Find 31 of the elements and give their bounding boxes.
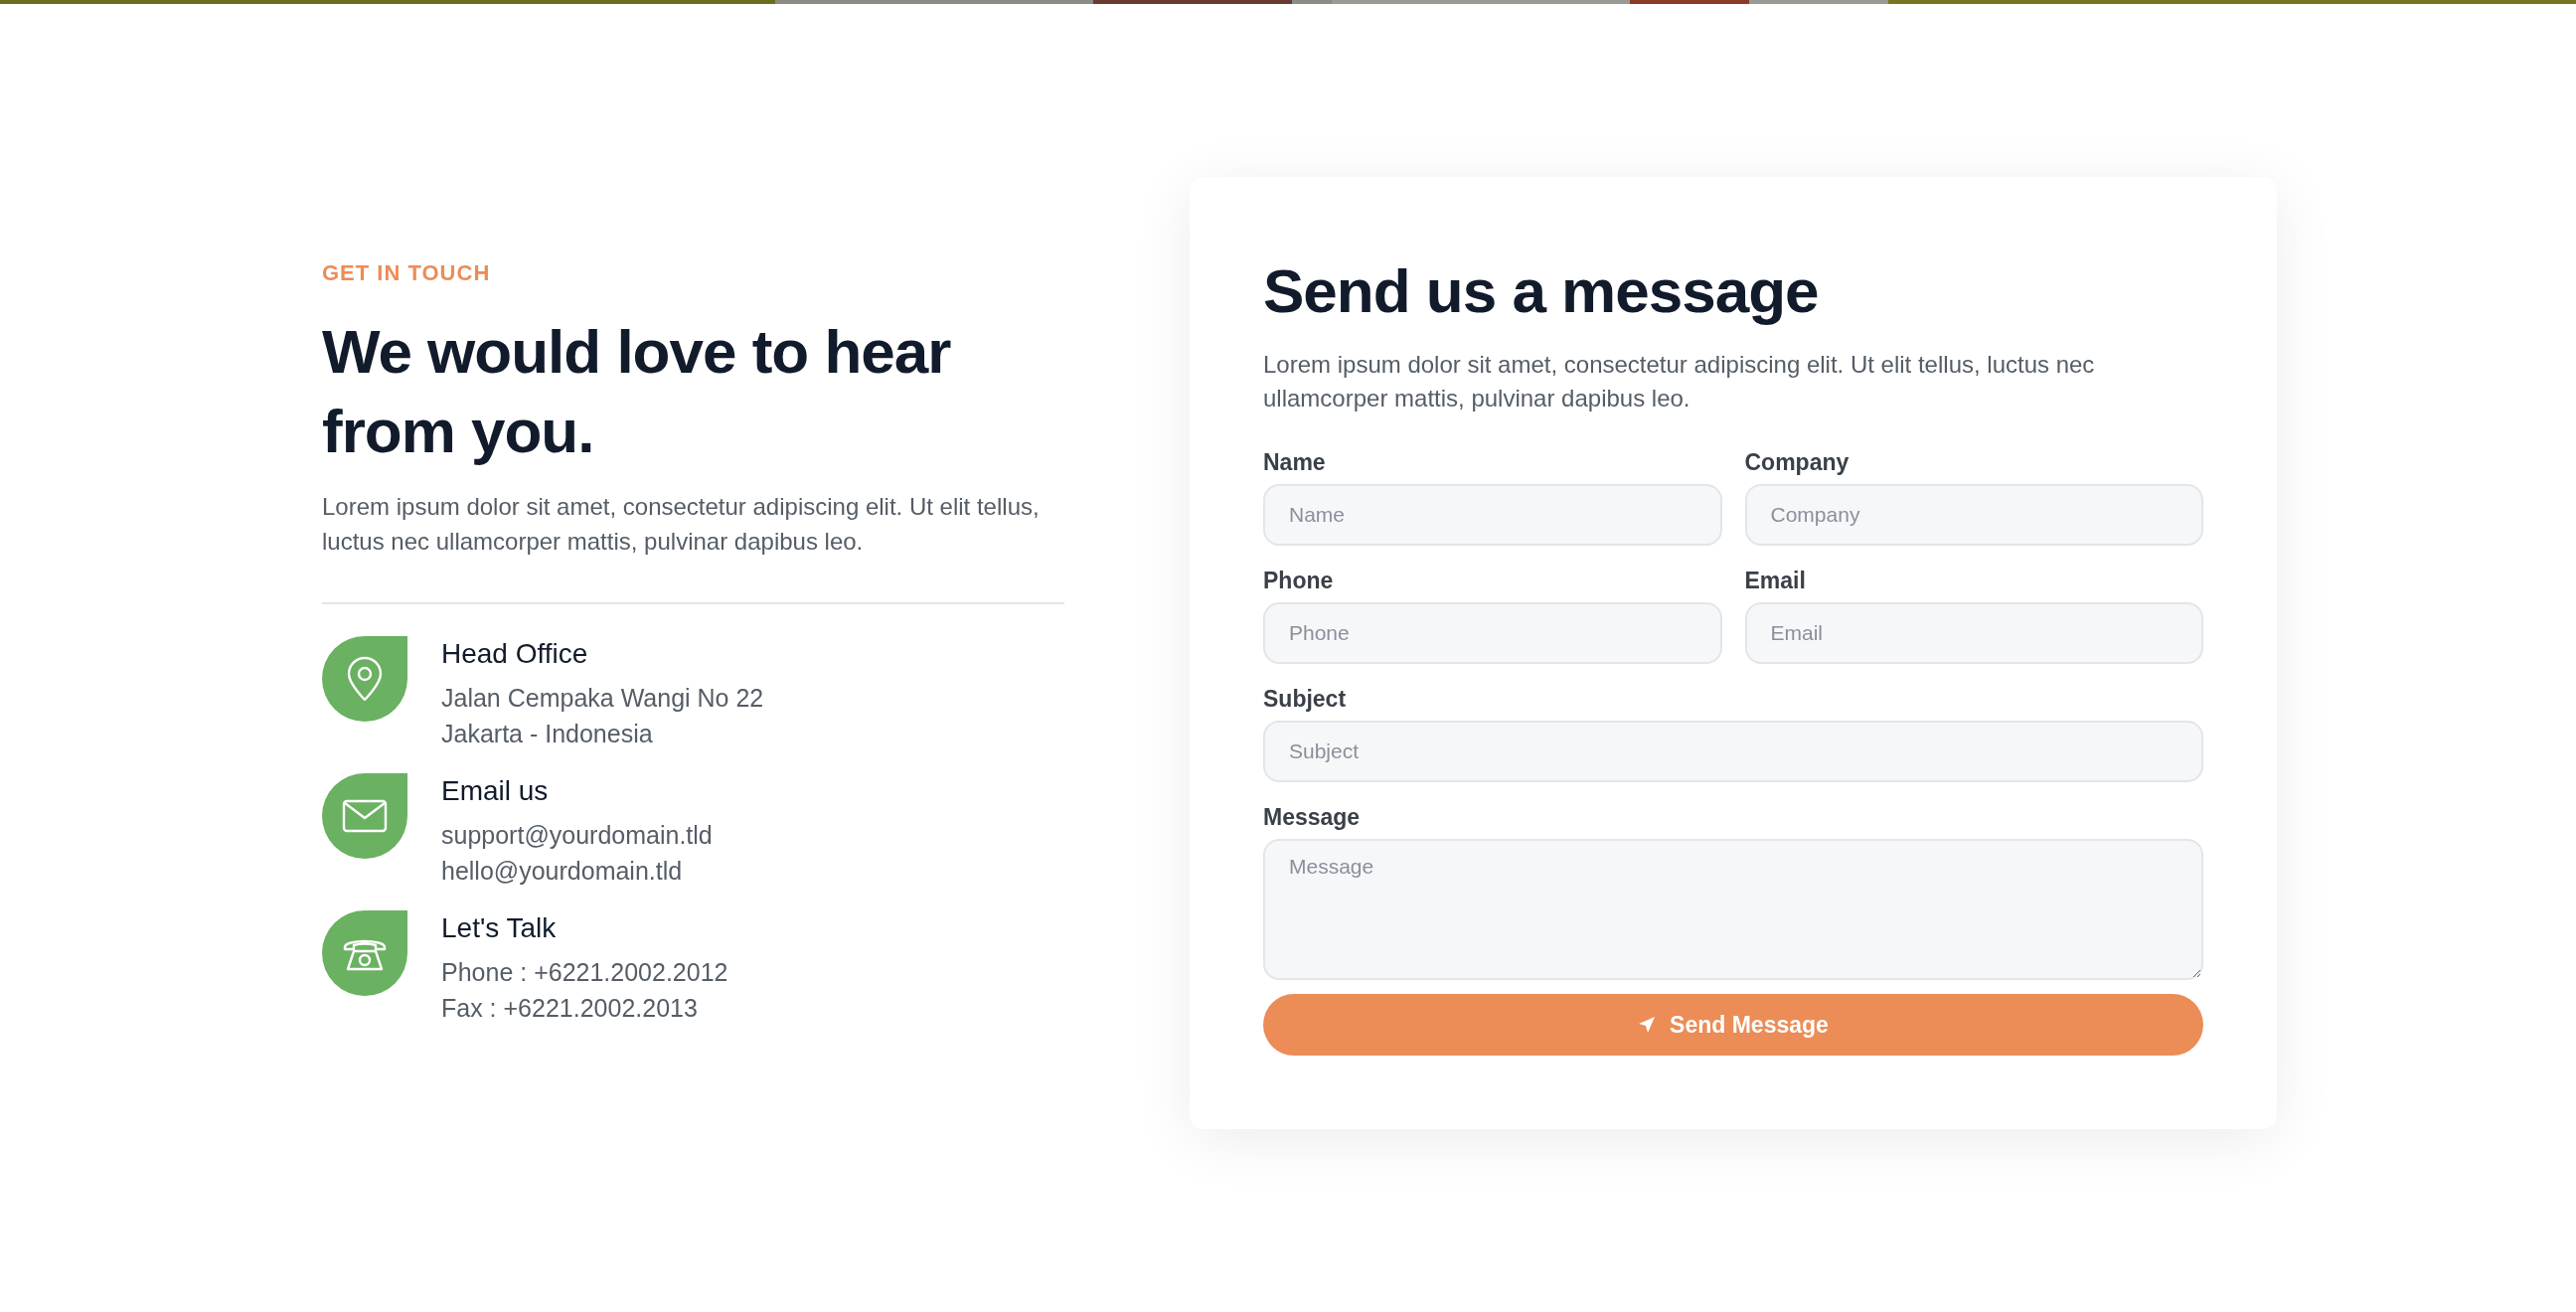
input-field[interactable]: Name bbox=[1263, 484, 1722, 546]
form-description: Lorem ipsum dolor sit amet, consectetur adipiscing elit. Ut elit tellus, luctus nec ullamcorper mattis, pulvinar dapibus leo. bbox=[1263, 350, 2096, 413]
input-field[interactable]: Phone bbox=[1263, 602, 1722, 664]
contact-detail: hello@yourdomain.tld bbox=[441, 856, 684, 887]
field-label: Subject bbox=[1263, 686, 1348, 713]
field-label: Phone bbox=[1263, 568, 1335, 594]
field-label: Company bbox=[1744, 449, 1851, 476]
form-title: Send us a message bbox=[1263, 256, 1820, 326]
intro-text: Lorem ipsum dolor sit amet, consectetur adipiscing elit. Ut elit tellus, luctus nec ullamcorper mattis, pulvinar dapibus leo. bbox=[322, 492, 1041, 557]
contact-detail: Jakarta - Indonesia bbox=[441, 719, 654, 749]
contact-detail: support@yourdomain.tld bbox=[441, 820, 713, 851]
section-heading: from you. bbox=[322, 396, 594, 467]
input-field[interactable]: Email bbox=[1744, 602, 2203, 664]
message-field[interactable]: Message bbox=[1263, 839, 2203, 980]
field-label: Email bbox=[1744, 568, 1807, 594]
contact-title: Head Office bbox=[441, 638, 589, 670]
contact-title: Let's Talk bbox=[441, 912, 558, 944]
paper-plane-icon bbox=[1638, 1016, 1657, 1034]
field-label: Name bbox=[1263, 449, 1327, 476]
contact-detail: Jalan Cempaka Wangi No 22 bbox=[441, 683, 764, 714]
send-button[interactable]: Send Message bbox=[1263, 994, 2203, 1056]
section-heading: We would love to hear bbox=[322, 316, 951, 388]
section-eyebrow: GET IN TOUCH bbox=[322, 260, 492, 286]
input-field[interactable]: Subject bbox=[1263, 721, 2203, 782]
envelope-icon bbox=[342, 799, 388, 833]
input-field[interactable]: Company bbox=[1744, 484, 2203, 546]
contact-title: Email us bbox=[441, 775, 550, 807]
contact-detail: Fax : +6221.2002.2013 bbox=[441, 993, 699, 1024]
field-label: Message bbox=[1263, 804, 1362, 831]
contact-detail: Phone : +6221.2002.2012 bbox=[441, 957, 728, 988]
map-pin-icon bbox=[345, 656, 385, 702]
